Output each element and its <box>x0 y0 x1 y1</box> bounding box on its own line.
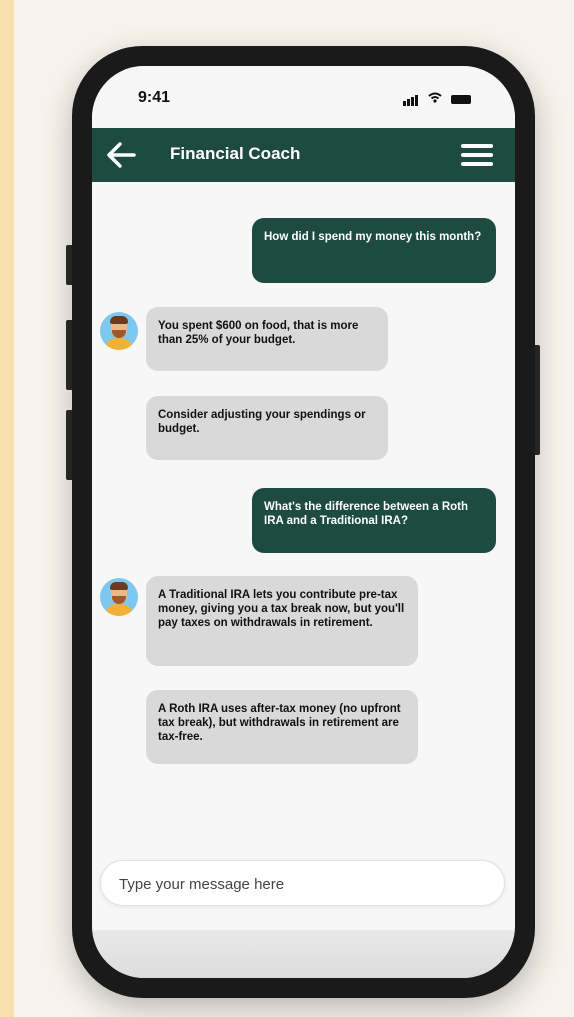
coach-avatar-icon <box>100 578 138 616</box>
message-input[interactable] <box>117 861 481 907</box>
user-message: What's the difference between a Roth IRA… <box>252 488 496 553</box>
page-title: Financial Coach <box>170 144 301 163</box>
signal-icon <box>403 90 424 106</box>
hamburger-menu-icon[interactable] <box>461 144 493 166</box>
message-input-container <box>100 860 505 907</box>
bot-message: A Traditional IRA lets you contribute pr… <box>146 576 418 666</box>
back-arrow-icon[interactable] <box>106 141 136 169</box>
status-icons <box>403 90 471 106</box>
bot-message: Consider adjusting your spendings or bud… <box>146 396 388 460</box>
wifi-icon <box>428 90 442 106</box>
status-bar: 9:41 <box>92 66 515 128</box>
user-message: How did I spend my money this month? <box>252 218 496 283</box>
coach-avatar-icon <box>100 312 138 350</box>
background-left-stripe <box>0 0 14 1017</box>
bot-message: A Roth IRA uses after-tax money (no upfr… <box>146 690 418 764</box>
battery-icon <box>451 94 471 104</box>
bottom-bar <box>92 930 515 978</box>
phone-screen: 9:41 Financial Coach How did I spend my … <box>92 66 515 978</box>
app-header: Financial Coach <box>92 128 515 182</box>
bot-message: You spent $600 on food, that is more tha… <box>146 307 388 371</box>
status-time: 9:41 <box>138 89 171 106</box>
